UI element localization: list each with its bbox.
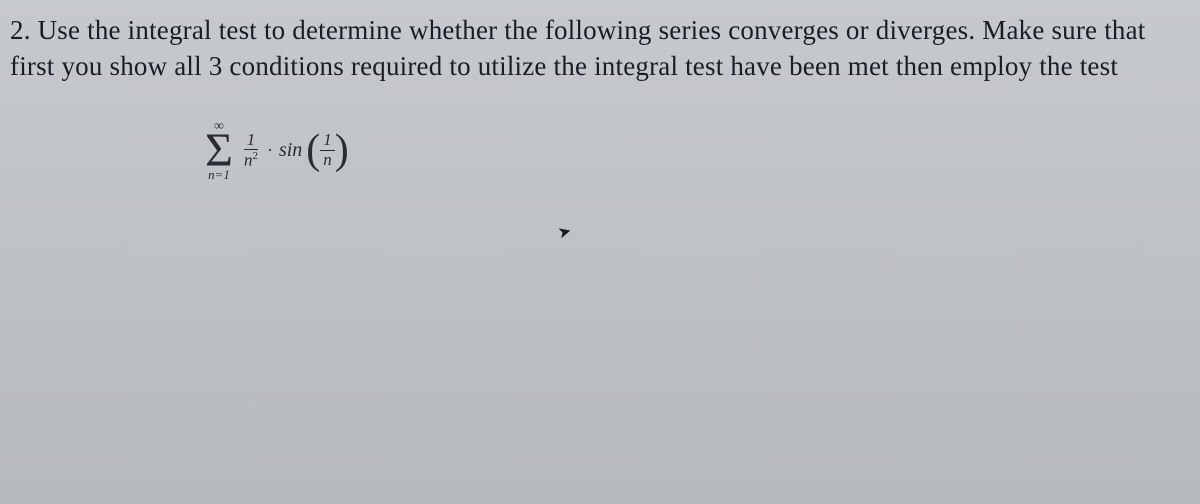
arg-numerator: 1 [320,131,335,151]
right-paren: ) [335,134,349,168]
mouse-cursor-icon: ➤ [556,221,574,244]
sine-argument: ( 1 n ) [306,131,349,169]
arg-denominator: n [320,151,335,170]
coef-numerator: 1 [244,131,259,151]
problem-number: 2. [10,15,31,45]
summation-symbol: ∞ Σ n=1 [205,120,233,181]
sum-lower-limit: n=1 [208,168,230,181]
sine-function: sin [279,139,302,162]
multiply-dot: · [267,140,273,161]
series-formula: ∞ Σ n=1 1 n2 · sin ( 1 n ) [205,120,1190,181]
coef-denominator: n2 [241,150,261,170]
left-paren: ( [306,134,320,168]
sigma-glyph: Σ [205,132,233,170]
coefficient-fraction: 1 n2 [241,131,261,171]
argument-fraction: 1 n [320,131,335,169]
problem-statement: 2. Use the integral test to determine wh… [10,12,1190,85]
problem-body: Use the integral test to determine wheth… [10,15,1145,81]
